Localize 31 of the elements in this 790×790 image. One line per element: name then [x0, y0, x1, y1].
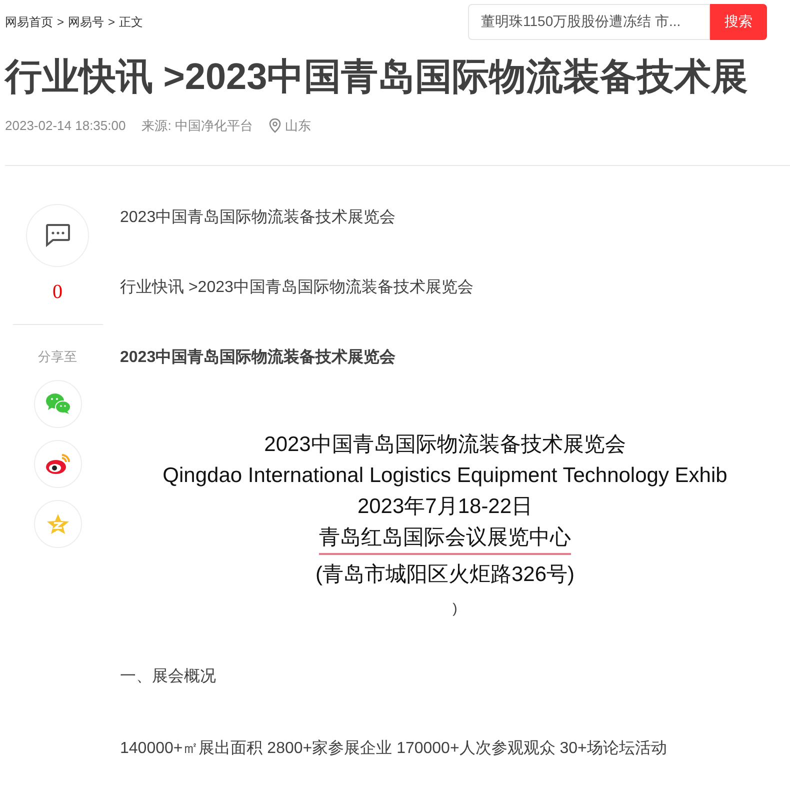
- paragraph: 行业快讯 >2023中国青岛国际物流装备技术展览会: [120, 278, 474, 298]
- chat-bubbles-icon: [44, 393, 70, 415]
- paragraph: 一、展会概况: [120, 666, 217, 686]
- banner-text: Qingdao International Logistics Equipment Technology Exhib: [162, 462, 728, 488]
- comment-button[interactable]: [26, 204, 89, 266]
- breadcrumb-separator: >: [57, 14, 64, 30]
- paragraph: ): [452, 598, 458, 618]
- paragraph-heading: 2023中国青岛国际物流装备技术展览会: [120, 347, 397, 368]
- paragraph: 140000+㎡展出面积 2800+家参展企业 170000+人次参观观众 30+场论坛活动: [120, 738, 668, 758]
- search-button[interactable]: 搜索: [710, 4, 767, 40]
- breadcrumb-separator: >: [108, 14, 116, 30]
- star-icon: [46, 513, 70, 535]
- search-field[interactable]: 董明珠1150万股股份遭冻结 市...: [468, 4, 710, 40]
- paragraph: 2023中国青岛国际物流装备技术展览会: [120, 208, 397, 228]
- eye-signal-icon: [44, 453, 70, 475]
- share-label: 分享至: [38, 348, 77, 366]
- banner-text: (青岛市城阳区火炬路326号): [315, 562, 575, 588]
- comment-icon: [44, 223, 70, 247]
- location-text: 山东: [284, 117, 311, 135]
- banner-text: 2023年7月18-22日: [357, 494, 533, 520]
- comment-count: 0: [52, 280, 62, 304]
- article-source: 来源: 中国净化平台: [142, 117, 253, 135]
- breadcrumb-link[interactable]: 网易号: [68, 12, 104, 30]
- banner-text: 青岛红岛国际会议展览中心: [319, 522, 571, 554]
- publish-time: 2023-02-14 18:35:00: [5, 117, 126, 135]
- article-title: 行业快讯 >2023中国青岛国际物流装备技术展: [3, 55, 750, 99]
- breadcrumb-link[interactable]: 网易首页: [5, 12, 53, 30]
- share-button[interactable]: [34, 440, 82, 488]
- breadcrumb-link[interactable]: 正文: [119, 12, 144, 30]
- location-pin-icon: [268, 118, 281, 134]
- banner-text: 2023中国青岛国际物流装备技术展览会: [264, 432, 626, 458]
